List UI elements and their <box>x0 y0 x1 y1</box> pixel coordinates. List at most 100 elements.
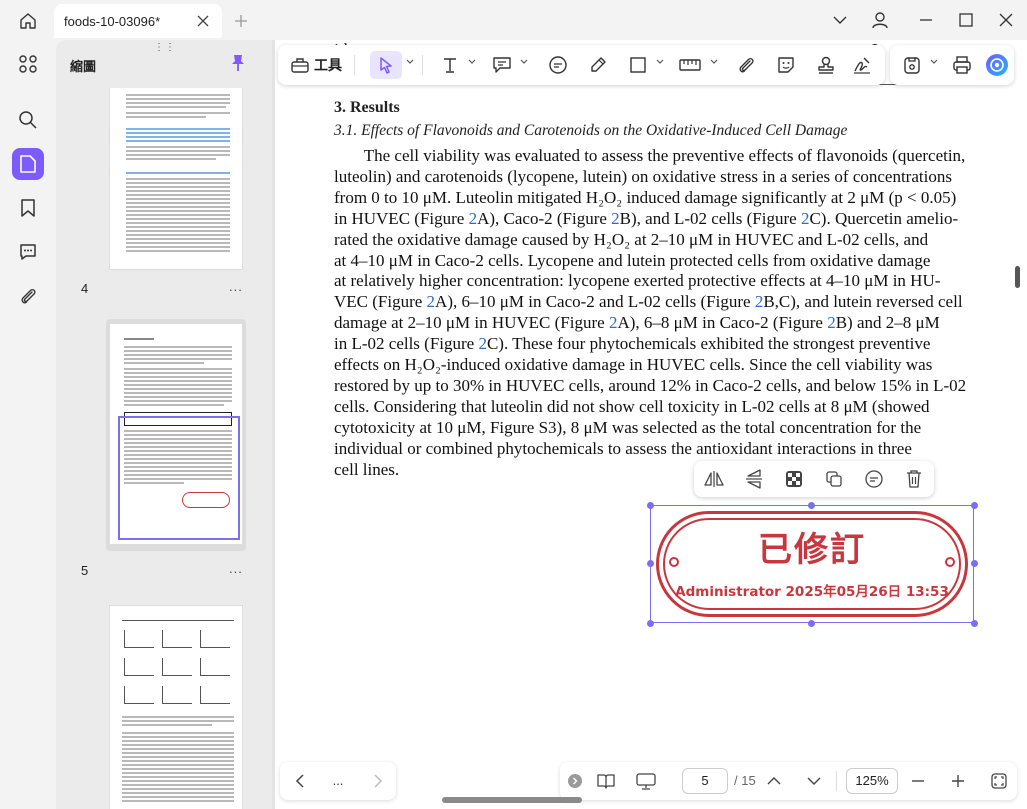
opacity-icon[interactable] <box>782 467 806 491</box>
stamp-subtitle: Administrator 2025年05月26日 13:53 <box>675 584 949 600</box>
stamp-context-toolbar <box>694 461 934 497</box>
ai-assistant-icon[interactable] <box>984 51 1010 79</box>
figure-reference-link[interactable]: 2 <box>469 209 478 228</box>
subsection-heading: 3.1. Effects of Flavonoids and Carotenoi… <box>334 122 848 139</box>
resize-handle[interactable] <box>971 502 978 509</box>
tab-title: foods-10-03096* <box>64 13 161 29</box>
attachment-icon[interactable] <box>12 280 44 312</box>
new-tab-icon[interactable] <box>230 10 252 32</box>
select-cursor-tool[interactable] <box>370 51 402 79</box>
body-text-line: damage at 2–10 μM in HUVEC (Figure 2A), … <box>334 313 940 333</box>
delete-icon[interactable] <box>902 467 926 491</box>
save-icon[interactable] <box>898 51 926 79</box>
body-text-segment: cells. Considering that luteolin did not… <box>334 396 930 416</box>
measure-tool-icon[interactable] <box>676 51 704 79</box>
previous-page-icon[interactable] <box>764 769 784 793</box>
vertical-scrollbar[interactable] <box>1015 266 1020 288</box>
note-tool-icon[interactable] <box>488 51 516 79</box>
figure-reference-link[interactable]: 2 <box>478 334 487 353</box>
document-tab[interactable]: foods-10-03096* <box>54 4 222 38</box>
resize-handle[interactable] <box>647 620 654 627</box>
user-account-icon[interactable] <box>866 8 894 32</box>
chevron-down-icon[interactable] <box>656 58 664 66</box>
tools-label: 工具 <box>314 57 342 73</box>
annotation-toolbar: 工具 <box>278 45 885 85</box>
body-text-line: VEC (Figure 2A), 6–10 μM in Caco-2 and L… <box>334 292 963 312</box>
figure-reference-link[interactable]: 2 <box>611 209 620 228</box>
presentation-icon[interactable] <box>634 769 658 793</box>
next-page-icon[interactable] <box>804 769 824 793</box>
body-text-segment: effects on H₂O₂-induced oxidative damage… <box>334 355 933 374</box>
page-thumbnails-icon[interactable] <box>12 148 44 180</box>
print-icon[interactable] <box>948 51 976 79</box>
figure-reference-link[interactable]: 2 <box>427 292 436 311</box>
body-text-line: cell lines. <box>334 460 399 480</box>
body-text-line: individual or combined phytochemicals to… <box>334 439 912 459</box>
page-thumbnail-5[interactable] <box>109 323 243 545</box>
body-text-segment: from 0 to 10 μM. Luteolin mitigated H₂O₂… <box>334 187 957 207</box>
chevron-down-icon[interactable] <box>710 58 718 66</box>
stamp-title: 已修訂 <box>758 530 866 570</box>
chevron-down-icon[interactable] <box>406 58 414 66</box>
body-text-segment: at relatively higher concentration: lyco… <box>334 271 941 291</box>
zoom-out-icon[interactable] <box>908 769 928 793</box>
pin-icon[interactable] <box>230 54 246 77</box>
bookmark-icon[interactable] <box>12 192 44 224</box>
thumbnail-more-options[interactable]: ... <box>229 279 243 294</box>
tools-menu-button[interactable]: 工具 <box>286 51 346 79</box>
page-thumbnail-6[interactable] <box>109 605 243 809</box>
comments-icon[interactable] <box>12 236 44 268</box>
signature-tool-icon[interactable] <box>848 51 876 79</box>
shape-tool-icon[interactable] <box>624 51 652 79</box>
collapse-bar-icon[interactable] <box>566 769 584 793</box>
chevron-down-icon[interactable] <box>468 58 476 66</box>
stamp-tool-icon[interactable] <box>812 51 840 79</box>
add-comment-icon[interactable] <box>862 467 886 491</box>
comment-tool-icon[interactable] <box>544 51 572 79</box>
body-text-line: luteolin) and carotenoids (lycopene, lut… <box>334 167 952 187</box>
fit-page-icon[interactable] <box>988 769 1010 793</box>
back-icon[interactable] <box>288 769 312 793</box>
body-text-line: at 4–10 μM in Caco-2 cells. Lycopene and… <box>334 251 930 271</box>
text-tool-icon[interactable] <box>436 51 464 79</box>
chevron-down-icon[interactable] <box>826 8 854 32</box>
close-window-icon[interactable] <box>992 8 1020 32</box>
panel-drag-handle[interactable]: ⋮⋮ <box>154 42 176 53</box>
flip-vertical-icon[interactable] <box>742 467 766 491</box>
left-rail <box>0 40 56 809</box>
resize-handle[interactable] <box>647 502 654 509</box>
resize-handle[interactable] <box>971 620 978 627</box>
body-text-segment: A), 6–8 μM in Caco-2 (Figure <box>617 313 828 333</box>
resize-handle[interactable] <box>647 560 654 567</box>
reading-mode-icon[interactable] <box>594 769 618 793</box>
body-text-line: cytotoxicity at 10 μM, Figure S3), 8 μM … <box>334 418 921 438</box>
zoom-level-input[interactable]: 125% <box>846 768 898 794</box>
minimize-icon[interactable] <box>912 8 940 32</box>
resize-handle[interactable] <box>808 620 815 627</box>
flip-horizontal-icon[interactable] <box>702 467 726 491</box>
page-thumbnail-4[interactable] <box>109 88 243 270</box>
copy-icon[interactable] <box>822 467 846 491</box>
close-tab-icon[interactable] <box>194 12 212 30</box>
attach-file-icon[interactable] <box>732 51 760 79</box>
home-icon[interactable] <box>10 7 46 35</box>
highlighter-tool-icon[interactable] <box>584 51 612 79</box>
maximize-icon[interactable] <box>952 8 980 32</box>
resize-handle[interactable] <box>971 560 978 567</box>
revised-stamp[interactable]: 已修訂 Administrator 2025年05月26日 13:53 <box>656 511 968 617</box>
chevron-down-icon[interactable] <box>930 58 938 66</box>
forward-icon[interactable] <box>366 769 390 793</box>
nav-more[interactable]: ... <box>324 768 352 792</box>
horizontal-scrollbar[interactable] <box>442 797 582 803</box>
sticker-tool-icon[interactable] <box>772 51 800 79</box>
section-heading: 3. Results <box>334 99 400 116</box>
search-icon[interactable] <box>12 104 44 136</box>
chevron-down-icon[interactable] <box>520 58 528 66</box>
grid-apps-icon[interactable] <box>12 48 44 80</box>
current-page-input[interactable]: 5 <box>682 768 728 794</box>
body-text-segment: The cell viability was evaluated to asse… <box>334 146 966 165</box>
resize-handle[interactable] <box>808 502 815 509</box>
thumbnail-more-options[interactable]: ... <box>229 561 243 576</box>
zoom-in-icon[interactable] <box>948 769 968 793</box>
figure-reference-link[interactable]: 2 <box>827 313 836 332</box>
